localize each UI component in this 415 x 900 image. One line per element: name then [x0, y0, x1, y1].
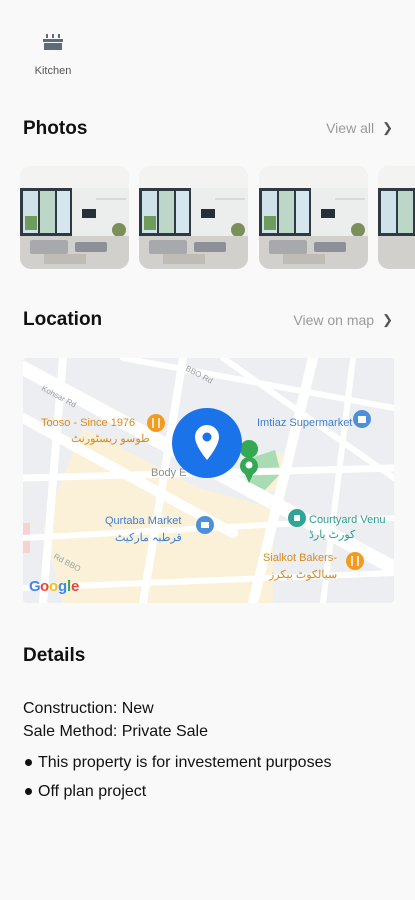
map-label-qurtaba-en: Qurtaba Market	[105, 515, 181, 527]
details-bullet-list: This property is for investement purpose…	[23, 748, 331, 806]
map-label-body: Body E	[151, 467, 186, 479]
construction-text: Construction: New	[23, 700, 154, 717]
svg-text:o: o	[40, 578, 49, 595]
venue-pin-icon	[288, 509, 306, 527]
living-room-photo	[20, 166, 129, 269]
details-title: Details	[23, 645, 86, 666]
view-on-map-label: View on map	[293, 312, 375, 328]
living-room-photo	[139, 166, 248, 269]
photo-thumbnail[interactable]	[259, 166, 368, 269]
shopping-pin-icon	[353, 410, 371, 428]
svg-text:G: G	[29, 578, 41, 595]
map-label-tooso-en: Tooso - Since 1976	[41, 417, 135, 429]
kitchen-icon	[43, 34, 63, 50]
bullet-text: Off plan project	[38, 782, 147, 800]
living-room-photo	[259, 166, 368, 269]
details-info: Construction: New Sale Method: Private S…	[23, 697, 208, 743]
svg-text:o: o	[49, 578, 58, 595]
photo-thumbnail[interactable]	[20, 166, 129, 269]
photos-title: Photos	[23, 118, 88, 139]
living-room-photo	[378, 166, 415, 269]
google-logo: G o o g l e	[29, 578, 79, 595]
photo-thumbnail[interactable]	[378, 166, 415, 269]
map-label-qurtaba-ur: قرطبہ مارکیٹ	[115, 532, 182, 544]
list-item: Off plan project	[23, 777, 331, 806]
sale-method-text: Sale Method: Private Sale	[23, 723, 208, 740]
location-marker-icon	[172, 408, 242, 478]
map-label-courtyard-en: Courtyard Venu	[309, 514, 385, 526]
location-title: Location	[23, 309, 103, 330]
map-label-tooso-ur: طوسو ریسٹورنٹ	[71, 433, 150, 445]
bullet-icon	[25, 759, 32, 766]
chevron-right-icon: ❯	[382, 312, 393, 327]
restaurant-pin-icon	[346, 552, 364, 570]
map-label-sialkot-en: Sialkot Bakers-	[263, 552, 337, 564]
amenity-kitchen: Kitchen	[22, 33, 84, 79]
photo-thumbnail[interactable]	[139, 166, 248, 269]
view-on-map-link[interactable]: View on map ❯	[293, 312, 393, 328]
view-all-label: View all	[326, 120, 375, 136]
bullet-text: This property is for investement purpose…	[38, 753, 332, 771]
photos-carousel[interactable]	[20, 166, 415, 269]
bullet-icon	[25, 788, 32, 795]
map-label-imtiaz: Imtiaz Supermarket	[257, 417, 352, 429]
map-label-courtyard-ur: کورٹ یارڈ	[309, 529, 356, 541]
shopping-pin-icon	[196, 516, 214, 534]
map-label-sialkot-ur: سیالکوٹ بیکرز	[268, 569, 337, 581]
list-item: This property is for investement purpose…	[23, 748, 331, 777]
location-map[interactable]: Tooso - Since 1976 طوسو ریسٹورنٹ Imtiaz …	[23, 358, 394, 603]
svg-text:g: g	[58, 578, 67, 595]
restaurant-pin-icon	[147, 414, 165, 432]
map-canvas: Tooso - Since 1976 طوسو ریسٹورنٹ Imtiaz …	[23, 358, 394, 603]
view-all-link[interactable]: View all ❯	[326, 120, 393, 136]
svg-text:e: e	[71, 578, 79, 595]
amenity-label: Kitchen	[34, 65, 72, 77]
chevron-right-icon: ❯	[382, 120, 393, 135]
